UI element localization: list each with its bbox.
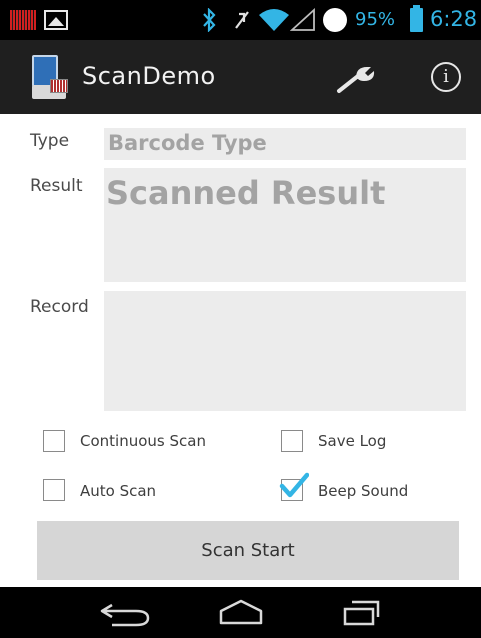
type-label: Type [30,131,70,151]
save-log-label: Save Log [318,432,387,450]
status-clock: 6:28 [430,7,478,31]
scan-start-button[interactable]: Scan Start [37,521,459,580]
result-label: Result [30,176,83,196]
save-log-checkbox[interactable] [281,430,303,452]
status-bar: 95% 6:28 [0,0,481,40]
alarm-icon [323,8,347,32]
continuous-scan-checkbox[interactable] [43,430,65,452]
app-title: ScanDemo [82,62,216,90]
battery-icon [410,5,423,32]
record-field[interactable] [104,291,466,411]
recent-apps-icon[interactable] [338,597,388,627]
battery-percentage: 95% [355,9,396,30]
mute-icon [235,11,249,29]
back-icon[interactable] [98,599,154,629]
wrench-icon[interactable] [336,62,376,94]
auto-scan-checkbox[interactable] [43,479,65,501]
action-bar: ScanDemo i [0,40,481,114]
scanned-result-field: Scanned Result [104,168,466,282]
barcode-type-field: Barcode Type [104,128,466,160]
checkmark-icon [279,472,309,498]
home-icon[interactable] [213,597,269,627]
continuous-scan-label: Continuous Scan [80,432,206,450]
gallery-notification-icon [44,10,68,30]
barcode-notification-icon [10,10,36,30]
info-icon[interactable]: i [431,62,461,92]
navigation-bar [0,587,481,638]
record-label: Record [30,297,89,317]
bluetooth-icon [203,8,216,32]
auto-scan-label: Auto Scan [80,482,157,500]
cell-signal-icon [290,8,315,31]
wifi-icon [259,9,289,31]
beep-sound-label: Beep Sound [318,482,409,500]
app-icon [30,55,70,99]
